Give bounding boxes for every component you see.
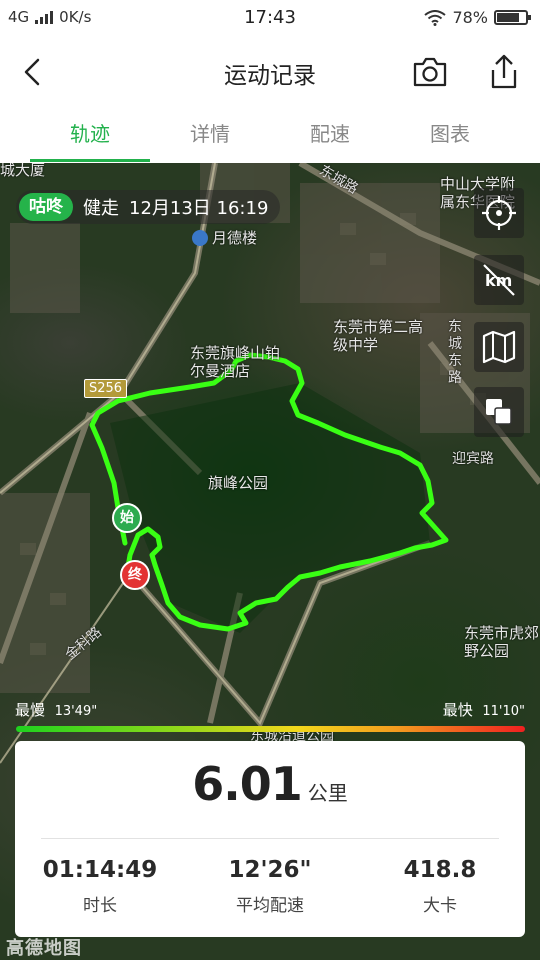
poi-icon — [192, 230, 208, 246]
map-watermark: 高德地图 — [6, 938, 82, 959]
summary-divider — [41, 838, 499, 839]
calories-label: 大卡 — [423, 896, 457, 916]
avg-pace-label: 平均配速 — [236, 896, 304, 916]
pace-slowest: 最慢 13'49" — [15, 701, 98, 719]
map-label-moon-building: 月德楼 — [192, 229, 257, 247]
battery-icon — [494, 10, 531, 25]
activity-type: 健走 — [83, 198, 119, 219]
map-icon — [482, 330, 516, 364]
map-label-hotel: 东莞旗峰山铂尔曼酒店 — [190, 344, 281, 380]
distance-unit: 公里 — [307, 781, 348, 805]
tab-active-indicator — [30, 159, 150, 162]
page-title: 运动记录 — [224, 63, 316, 89]
stat-avg-pace: 12'26" 平均配速 — [185, 857, 355, 916]
road-shield-s256: S256 — [84, 379, 128, 398]
share-button[interactable] — [484, 50, 524, 94]
stat-duration: 01:14:49 时长 — [15, 857, 185, 916]
avg-pace-value: 12'26" — [228, 857, 312, 883]
brand-badge: 咕咚 — [19, 193, 73, 221]
share-icon — [491, 54, 517, 89]
status-bar: 4G 0K/s 17:43 78% — [0, 0, 540, 36]
tab-track[interactable]: 轨迹 — [30, 108, 150, 163]
map-label-school: 东莞市第二高级中学 — [333, 318, 424, 354]
activity-datetime: 12月13日 16:19 — [129, 198, 269, 219]
duration-label: 时长 — [83, 896, 117, 916]
layers-button[interactable] — [474, 387, 524, 437]
stat-calories: 418.8 大卡 — [355, 857, 525, 916]
locate-icon — [482, 196, 516, 230]
duration-value: 01:14:49 — [42, 857, 158, 883]
calories-value: 418.8 — [403, 857, 477, 883]
map-label-corner: 城大厦 — [0, 163, 46, 179]
summary-card: 6.01 公里 01:14:49 时长 12'26" 平均配速 418.8 大卡 — [15, 741, 525, 937]
pace-legend: 最慢 13'49" 最快 11'10" — [0, 699, 540, 719]
camera-button[interactable] — [408, 52, 452, 92]
tab-chart[interactable]: 图表 — [390, 108, 510, 163]
km-off-icon: km — [483, 264, 515, 296]
activity-info: 咕咚 健走 12月13日 16:19 — [16, 190, 281, 224]
end-marker: 终 — [120, 560, 150, 590]
pace-fastest: 最快 11'10" — [442, 701, 525, 719]
tab-details[interactable]: 详情 — [150, 108, 270, 163]
locate-button[interactable] — [474, 188, 524, 238]
map-type-button[interactable] — [474, 322, 524, 372]
pace-gradient-bar — [16, 726, 525, 732]
tab-pace[interactable]: 配速 — [270, 108, 390, 163]
layers-icon — [486, 399, 512, 425]
wifi-icon — [424, 9, 447, 26]
map-label-zoo: 东莞市虎郊野公园 — [464, 624, 540, 660]
road-label-yingbin: 迎宾路 — [452, 451, 494, 467]
distance-display: 6.01 公里 — [15, 757, 525, 811]
distance-value: 6.01 — [192, 757, 302, 811]
status-right: 78% — [424, 8, 531, 27]
battery-percent: 78% — [452, 8, 488, 27]
camera-icon — [413, 57, 447, 87]
road-label-dongcheng: 东城东路 — [448, 319, 462, 386]
map-label-park: 旗峰公园 — [208, 474, 269, 492]
tab-bar: 轨迹 详情 配速 图表 — [0, 108, 540, 164]
app-header: 运动记录 — [0, 36, 540, 108]
km-toggle-button[interactable]: km — [474, 255, 524, 305]
start-marker: 始 — [112, 503, 142, 533]
